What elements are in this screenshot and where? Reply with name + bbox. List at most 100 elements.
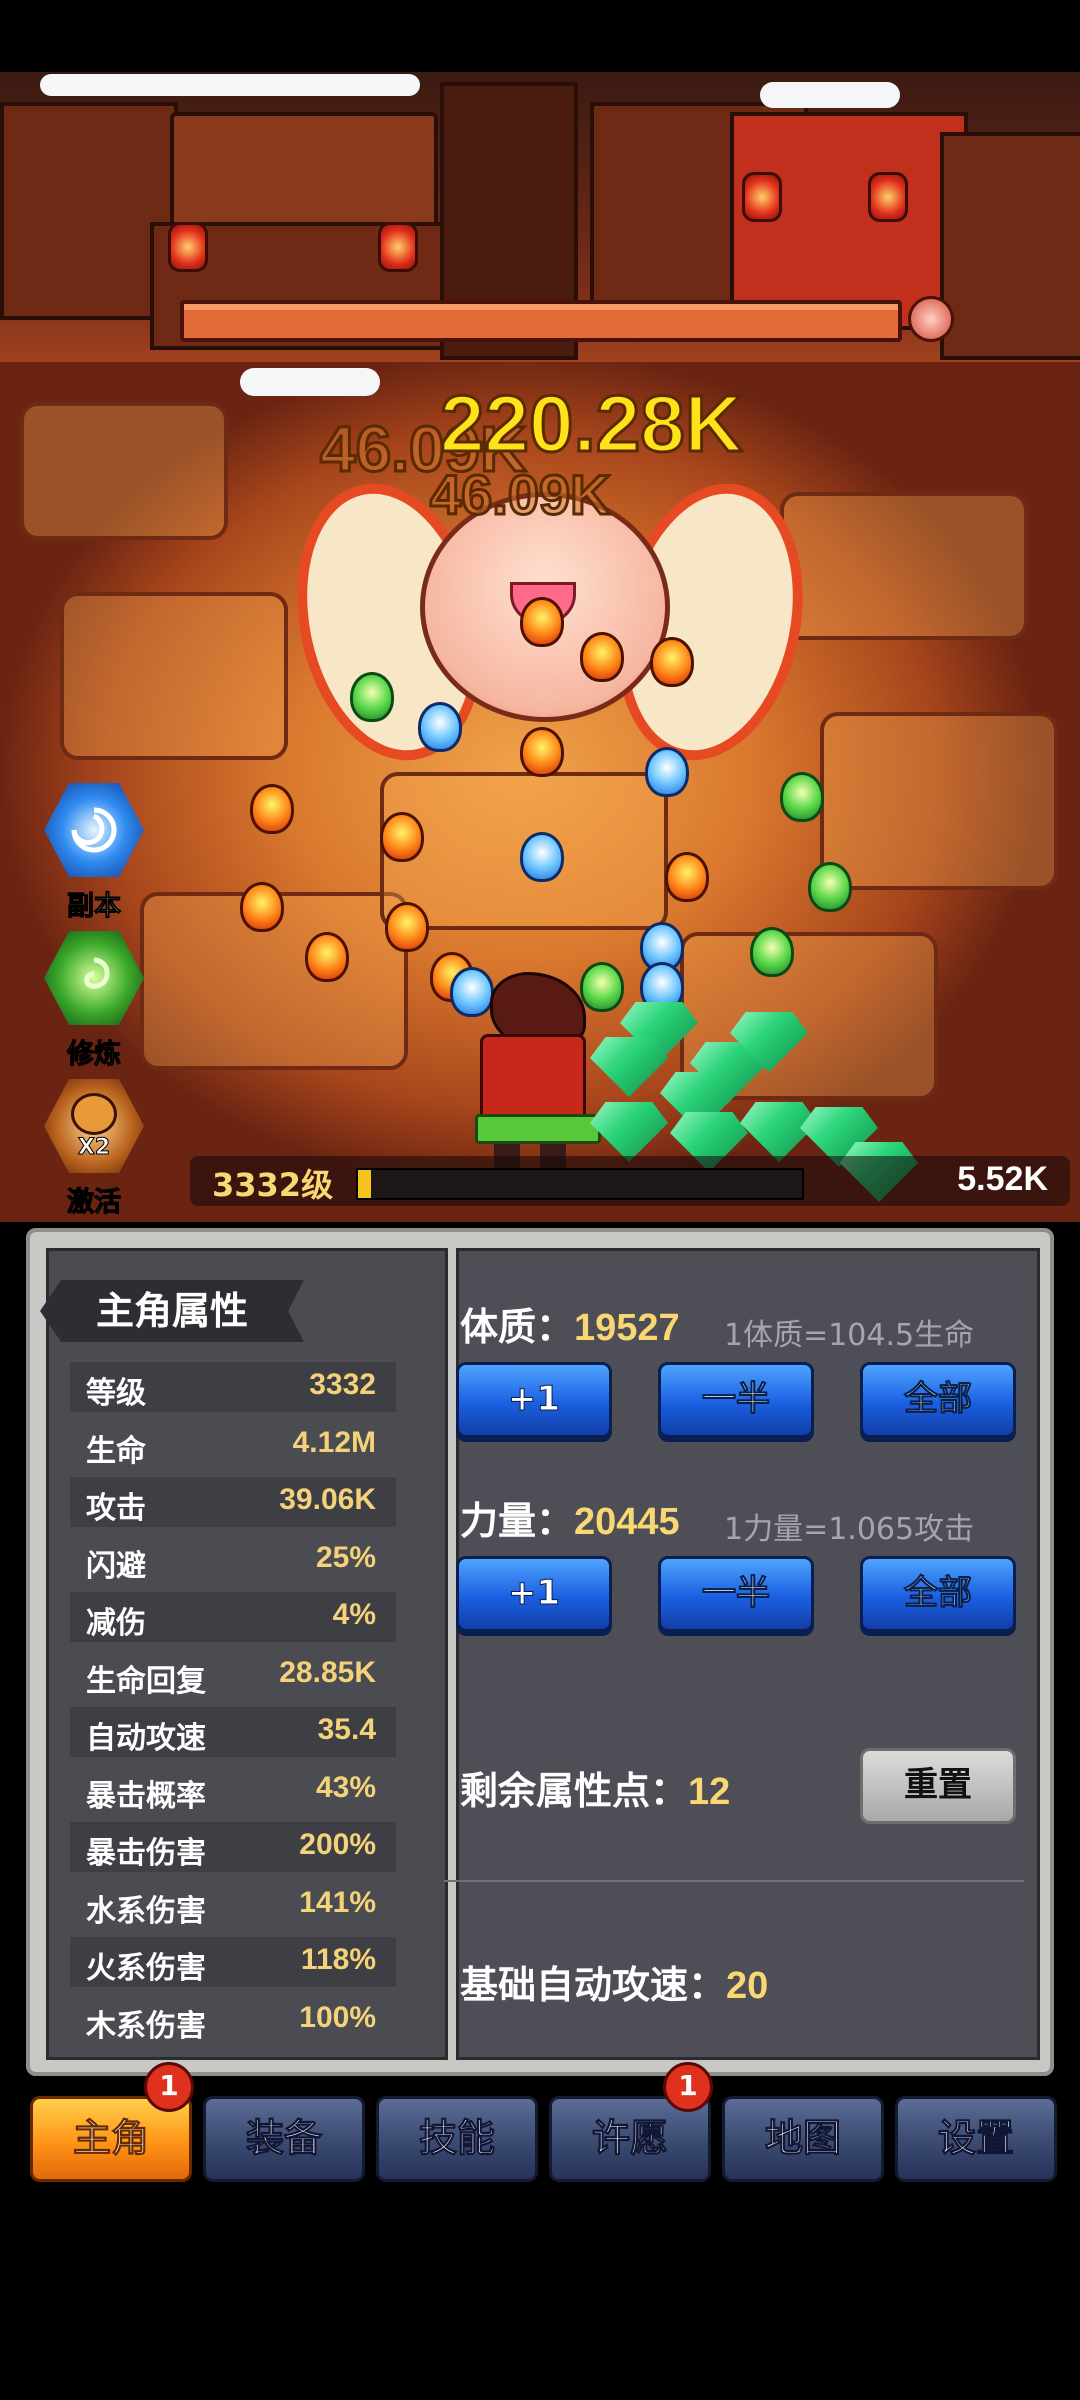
tab-4[interactable]: 地图 — [722, 2096, 884, 2182]
divider — [444, 1880, 1024, 1882]
wood-orb — [780, 772, 824, 822]
constitution-row: 体质：19527 — [460, 1296, 680, 1351]
dungeon-button[interactable]: 副本 — [40, 780, 148, 923]
stat-value: 200% — [299, 1828, 376, 1861]
stat-name: 闪避 — [86, 1548, 146, 1584]
stat-row: 闪避 25% — [70, 1535, 396, 1585]
reset-button[interactable]: 重置 — [860, 1748, 1016, 1824]
stat-value: 3332 — [309, 1368, 376, 1401]
stat-name: 水系伤害 — [86, 1893, 206, 1929]
stat-row: 水系伤害 141% — [70, 1880, 396, 1930]
water-orb — [418, 702, 462, 752]
strength-plus-one-button[interactable]: +1 — [456, 1556, 612, 1632]
water-orb — [645, 747, 689, 797]
stat-name: 暴击概率 — [86, 1778, 206, 1814]
notification-badge: 1 — [663, 2062, 713, 2112]
fire-orb — [665, 852, 709, 902]
notification-badge: 1 — [144, 2062, 194, 2112]
stat-value: 100% — [299, 2000, 376, 2034]
stat-row: 等级 3332 — [70, 1362, 396, 1412]
stat-row: 攻击 39.06K — [70, 1477, 396, 1527]
fire-orb — [520, 597, 564, 647]
stat-name: 等级 — [86, 1376, 146, 1411]
stat-row: 木系伤害 100% — [70, 1995, 396, 2045]
stat-row: 减伤 4% — [70, 1592, 396, 1642]
strength-all-button[interactable]: 全部 — [860, 1556, 1016, 1632]
base-attack-speed-row: 基础自动攻速：20 — [460, 1954, 768, 2009]
water-orb — [520, 832, 564, 882]
strength-hint: 1力量=1.065攻击 — [724, 1512, 975, 1547]
strength-value: 20445 — [574, 1501, 680, 1543]
constitution-hint: 1体质=104.5生命 — [724, 1318, 975, 1353]
stat-value: 43% — [315, 1770, 376, 1804]
hero-health-bar — [475, 1114, 601, 1144]
constitution-half-button[interactable]: 一半 — [658, 1362, 814, 1438]
tab-5[interactable]: 设置 — [895, 2096, 1057, 2182]
remaining-points-value: 12 — [688, 1771, 731, 1813]
battle-scene: 46.09K 46.09K 220.28K — [0, 72, 1080, 1222]
fire-orb — [240, 882, 284, 932]
fire-orb — [250, 784, 294, 834]
stat-value: 4% — [332, 1598, 376, 1631]
level-bar: 3332级 5.52K — [190, 1150, 1070, 1210]
damage-number-ghost: 46.09K — [429, 462, 613, 528]
stat-name: 木系伤害 — [86, 2008, 206, 2044]
exp-bar-track — [356, 1168, 804, 1200]
stat-row: 暴击概率 43% — [70, 1765, 396, 1815]
fire-orb — [520, 727, 564, 777]
stat-name: 暴击伤害 — [86, 1836, 206, 1871]
tab-1[interactable]: 装备 — [203, 2096, 365, 2182]
stat-value: 141% — [299, 1885, 376, 1919]
stat-row: 自动攻速 35.4 — [70, 1707, 396, 1757]
cultivate-label: 修炼 — [67, 1039, 122, 1071]
constitution-value: 19527 — [574, 1307, 680, 1349]
wood-orb — [750, 927, 794, 977]
activate-label: 激活 — [67, 1187, 122, 1219]
fire-orb — [580, 632, 624, 682]
strength-half-button[interactable]: 一半 — [658, 1556, 814, 1632]
stat-row: 生命回复 28.85K — [70, 1650, 396, 1700]
activate-button[interactable]: X2 激活 — [40, 1076, 148, 1219]
stat-value: 4.12M — [292, 1425, 376, 1459]
cultivate-button[interactable]: 修炼 — [40, 928, 148, 1071]
stat-name: 攻击 — [86, 1491, 146, 1526]
strength-label: 力量： — [460, 1499, 575, 1543]
constitution-plus-one-button[interactable]: +1 — [456, 1362, 612, 1438]
gem-count: 5.52K — [957, 1160, 1048, 1198]
strength-row: 力量：20445 — [460, 1490, 680, 1545]
double-badge: X2 — [77, 1134, 111, 1160]
base-attack-speed-label: 基础自动攻速： — [460, 1963, 727, 2007]
fire-orb — [305, 932, 349, 982]
remaining-points-label: 剩余属性点： — [460, 1769, 689, 1813]
boss-health-bar — [180, 300, 902, 342]
constitution-label: 体质： — [460, 1305, 575, 1349]
base-attack-speed-value: 20 — [726, 1965, 769, 2007]
potion-icon: X2 — [44, 1079, 144, 1173]
vortex-icon — [44, 783, 144, 877]
fire-orb — [380, 812, 424, 862]
boss-element-icon — [908, 296, 954, 342]
stat-row: 火系伤害 118% — [70, 1937, 396, 1987]
wood-orb — [808, 862, 852, 912]
dungeon-label: 副本 — [67, 891, 122, 923]
constitution-all-button[interactable]: 全部 — [860, 1362, 1016, 1438]
remaining-points-row: 剩余属性点：12 — [460, 1760, 730, 1815]
stats-title: 主角属性 — [40, 1280, 304, 1342]
tab-2[interactable]: 技能 — [376, 2096, 538, 2182]
exp-bar-fill — [358, 1170, 372, 1198]
stat-name: 生命 — [86, 1433, 146, 1469]
level-text: 3332级 — [212, 1166, 334, 1204]
stat-row: 暴击伤害 200% — [70, 1822, 396, 1872]
stat-name: 减伤 — [86, 1606, 146, 1641]
stat-value: 39.06K — [279, 1483, 376, 1516]
damage-number-main: 220.28K — [438, 378, 743, 470]
stat-row: 生命 4.12M — [70, 1420, 396, 1470]
stat-value: 25% — [315, 1540, 376, 1574]
stat-value: 35.4 — [317, 1713, 376, 1746]
stat-name: 自动攻速 — [86, 1721, 206, 1756]
stat-name: 生命回复 — [86, 1663, 206, 1699]
stat-value: 28.85K — [279, 1655, 376, 1689]
fire-orb — [650, 637, 694, 687]
fire-orb — [385, 902, 429, 952]
swirl-icon — [44, 931, 144, 1025]
